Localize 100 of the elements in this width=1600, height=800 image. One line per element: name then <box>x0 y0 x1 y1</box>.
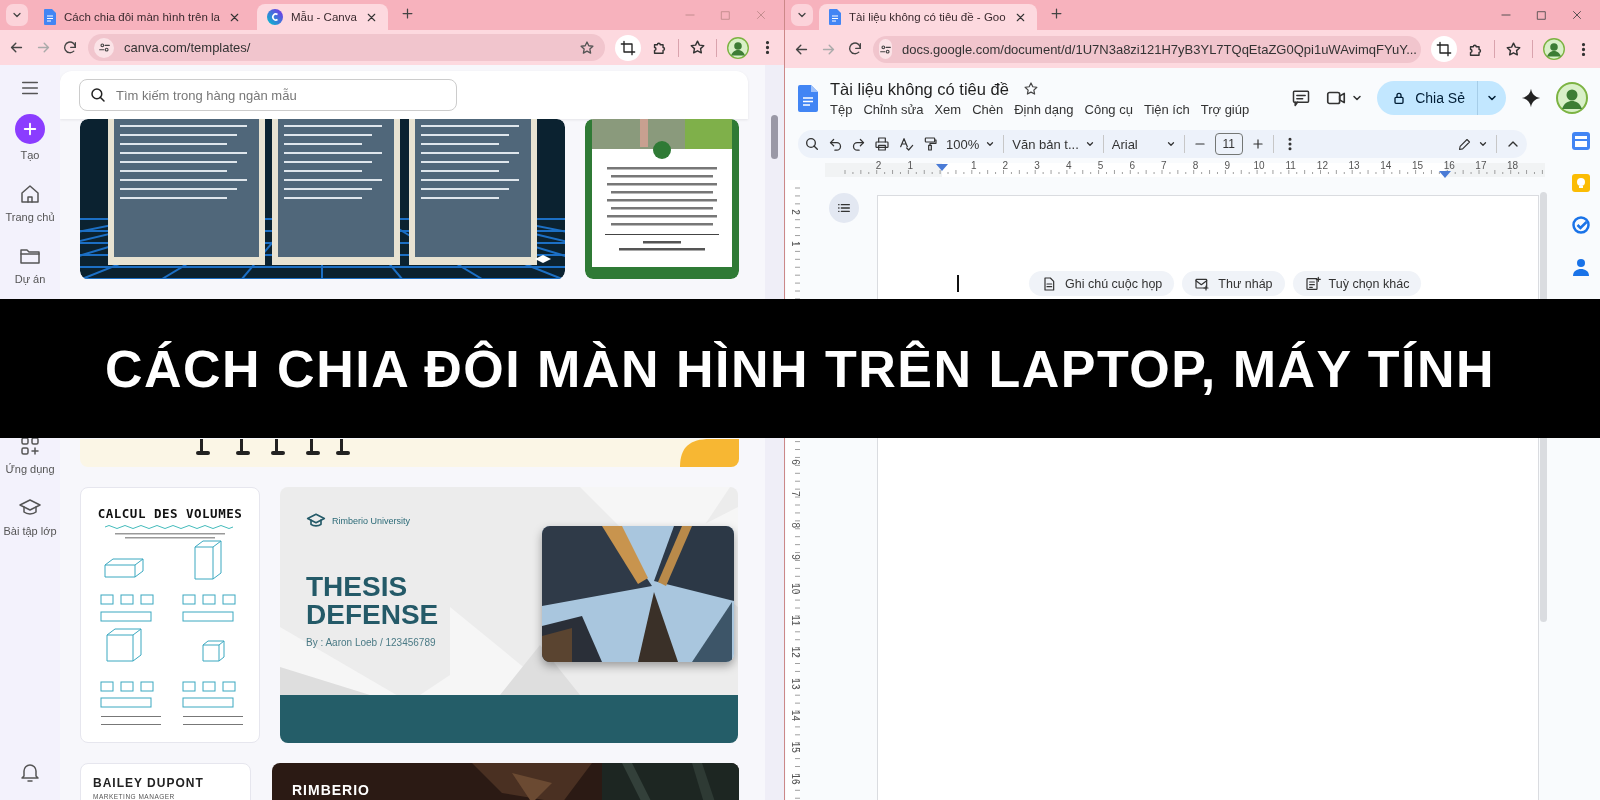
reload-icon[interactable] <box>847 41 863 57</box>
contacts-icon[interactable] <box>1572 258 1589 276</box>
bookmark-star-icon[interactable] <box>579 39 595 56</box>
document-icon <box>829 9 841 25</box>
avatar-icon[interactable] <box>1543 38 1565 60</box>
crop-icon[interactable] <box>1436 41 1452 57</box>
caret-icon <box>1084 139 1095 149</box>
ruler-number: 11 <box>790 615 801 626</box>
search-icon <box>89 86 107 104</box>
ruler-number: 10 <box>790 583 801 595</box>
suggestion-chip[interactable]: Ghi chú cuộc họp <box>1029 271 1175 296</box>
worksheet-title: CALCUL DES VOLUMES <box>97 506 243 521</box>
scrollbar-thumb[interactable] <box>771 115 778 159</box>
menu-item[interactable]: Trợ giúp <box>1200 101 1250 117</box>
browser-tab[interactable]: Mẫu - Canva <box>257 4 388 30</box>
browser-tab[interactable]: Cách chia đôi màn hình trên la <box>34 4 251 30</box>
calendar-icon[interactable] <box>1571 132 1590 150</box>
sidebar-item[interactable]: Tạo <box>20 148 40 162</box>
ruler-number: 13 <box>790 678 801 690</box>
tab-list-button[interactable] <box>6 4 28 26</box>
illustration-card-drawing[interactable] <box>80 439 739 467</box>
ruler-number: 15 <box>790 741 801 753</box>
ruler-number: 12 <box>1316 160 1328 171</box>
suggestion-chip[interactable]: Tuỳ chọn khác <box>1292 271 1422 296</box>
redo-icon[interactable] <box>851 136 866 152</box>
tab-list-button[interactable] <box>791 4 813 26</box>
style-select[interactable]: Văn bản t... <box>1012 136 1095 152</box>
text-cursor <box>957 275 959 292</box>
caret-icon[interactable] <box>1478 139 1488 149</box>
menu-item[interactable]: Xem <box>934 101 962 117</box>
worksheet-card[interactable]: CALCUL DES VOLUMES <box>80 487 260 743</box>
docs-logo-icon[interactable] <box>798 84 818 112</box>
home-icon[interactable] <box>18 182 42 206</box>
menu-item[interactable]: Chèn <box>972 101 1004 117</box>
font-select[interactable]: Arial <box>1111 136 1176 152</box>
presentation-title: THESIS DEFENSE <box>306 573 440 629</box>
address-bar[interactable]: canva.com/templates/ <box>88 34 605 61</box>
maximize-icon[interactable] <box>1535 8 1548 22</box>
quote-card-drawing[interactable] <box>585 119 739 279</box>
site-logo-icon <box>267 9 283 25</box>
menu-item[interactable]: Công cụ <box>1084 101 1133 117</box>
browser-tab[interactable]: Tài liệu không có tiêu đề - Goo <box>819 4 1037 30</box>
tasks-icon[interactable] <box>1571 216 1590 234</box>
new-tab-icon[interactable] <box>399 6 415 21</box>
crop-icon[interactable] <box>620 39 636 56</box>
sidebar-item[interactable]: Trang chủ <box>5 210 55 224</box>
print-icon[interactable] <box>874 136 890 152</box>
template-title: RIMBERIO <box>292 782 370 798</box>
ruler-number: 15 <box>1411 160 1424 171</box>
menu-item[interactable]: Tệp <box>830 101 853 117</box>
presentation-card[interactable]: Rimberio University THESIS DEFENSE By : Aaron Loeb / 123456789 <box>280 487 738 743</box>
share-button[interactable]: Chia Sẻ <box>1377 81 1506 115</box>
font-size-field[interactable]: 11 <box>1214 133 1243 155</box>
university-name: Rimberio University <box>332 516 411 526</box>
retro-slide-drawing[interactable] <box>80 119 565 279</box>
sidebar-item[interactable]: Ứng dụng <box>5 462 55 476</box>
menu-item[interactable]: Định dạng <box>1014 101 1074 117</box>
reload-icon[interactable] <box>62 39 78 56</box>
sidebar-item[interactable]: Dự án <box>14 272 46 286</box>
ruler-number: 8 <box>1192 160 1199 171</box>
ruler-number: 10 <box>1253 160 1265 171</box>
ruler-number: 7 <box>790 490 801 497</box>
photo-card[interactable]: RIMBERIO <box>272 763 739 800</box>
ruler-number: 12 <box>790 646 801 658</box>
zoom-select[interactable]: 100% <box>946 136 996 152</box>
ruler-number: 7 <box>1161 160 1167 171</box>
bookmarks-icon[interactable] <box>689 39 706 56</box>
avatar-icon[interactable] <box>727 36 749 59</box>
site-settings-icon[interactable] <box>97 41 111 54</box>
document-icon <box>44 9 56 25</box>
create-button[interactable] <box>15 114 45 144</box>
outline-button[interactable] <box>829 193 859 223</box>
indent-marker-icon[interactable] <box>1439 171 1451 178</box>
close-icon[interactable] <box>1570 8 1584 22</box>
author-line: By : Aaron Loeb / 123456789 <box>306 637 437 648</box>
document-title[interactable]: Tài liệu không có tiêu đề <box>830 79 1009 99</box>
ruler-number: 13 <box>1348 160 1360 171</box>
pencil-icon[interactable] <box>1457 136 1472 152</box>
plus-icon[interactable] <box>1250 137 1265 151</box>
new-tab-icon[interactable] <box>1048 6 1064 21</box>
undo-icon[interactable] <box>828 136 843 152</box>
comment-icon[interactable] <box>1291 88 1312 108</box>
menu-item[interactable]: Tiện ích <box>1143 101 1190 117</box>
search-icon[interactable] <box>804 136 820 152</box>
address-bar[interactable]: docs.google.com/document/d/1U7N3a8zi121H7yB3YL7TQqEtaZG0Qpi1uWAvimqFYuY... <box>873 35 1421 63</box>
star-icon[interactable] <box>1022 81 1039 97</box>
indent-marker-icon[interactable] <box>936 164 948 171</box>
ruler-number: 18 <box>1507 160 1519 171</box>
avatar-icon[interactable] <box>1556 82 1588 114</box>
menu-item[interactable]: Chỉnh sửa <box>863 101 924 117</box>
ruler-number: 11 <box>1285 160 1296 171</box>
spellcheck-icon[interactable] <box>898 136 914 152</box>
sidebar-item[interactable]: Bài tập lớp <box>3 524 57 538</box>
ruler-number: 14 <box>1380 160 1392 171</box>
site-settings-icon[interactable] <box>879 42 892 56</box>
paint-roller-icon[interactable] <box>922 136 938 152</box>
suggestion-chip[interactable]: Thư nháp <box>1182 271 1285 296</box>
search-field[interactable]: Tìm kiếm trong hàng ngàn mẫu <box>79 79 457 111</box>
ruler-number: 2 <box>1002 160 1009 171</box>
bookmarks-icon[interactable] <box>1505 40 1522 58</box>
